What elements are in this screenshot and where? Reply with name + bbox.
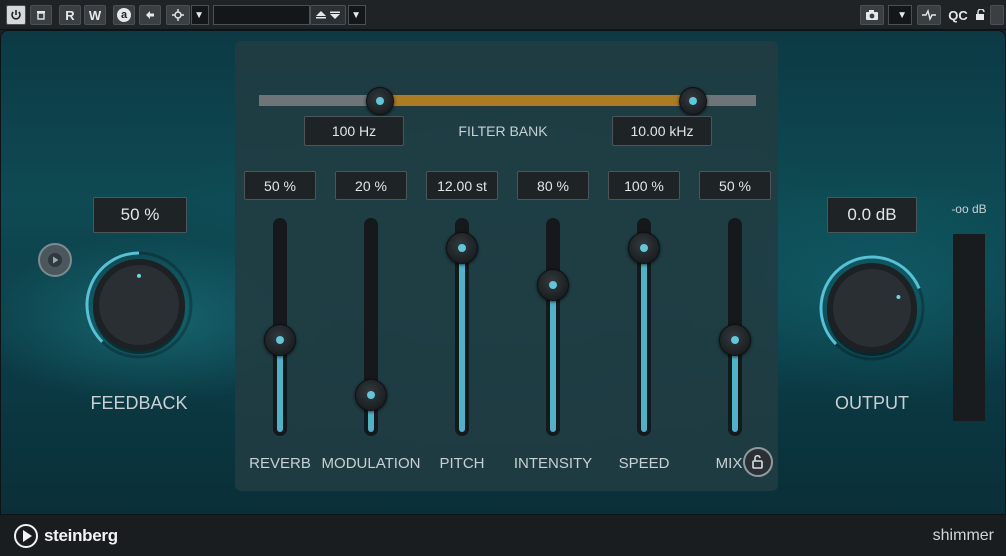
power-icon bbox=[11, 10, 21, 20]
mix-slider-handle[interactable] bbox=[719, 324, 751, 356]
filter-high-value[interactable]: 10.00 kHz bbox=[612, 116, 712, 146]
speed-value[interactable]: 100 % bbox=[608, 171, 680, 200]
lock-icon bbox=[976, 9, 985, 20]
center-panel: 100 Hz FILTER BANK 10.00 kHz 50 % REVERB 2… bbox=[235, 41, 778, 491]
output-knob-graphic bbox=[819, 255, 925, 361]
chevron-down-icon: ▼ bbox=[351, 9, 361, 21]
steinberg-logo-icon bbox=[14, 524, 38, 548]
filter-low-value[interactable]: 100 Hz bbox=[304, 116, 404, 146]
lock-button[interactable] bbox=[972, 5, 988, 25]
bypass-button[interactable] bbox=[30, 5, 52, 25]
unlock-icon bbox=[752, 455, 763, 469]
side-chain-button[interactable] bbox=[139, 5, 161, 25]
intensity-value[interactable]: 80 % bbox=[517, 171, 589, 200]
feedback-label: FEEDBACK bbox=[90, 393, 188, 413]
speed-slider[interactable] bbox=[628, 218, 660, 436]
preset-name-field[interactable] bbox=[213, 5, 310, 25]
feedback-knob[interactable] bbox=[83, 249, 195, 361]
intensity-slider-fill bbox=[550, 280, 556, 432]
pitch-value[interactable]: 12.00 st bbox=[426, 171, 498, 200]
snapshot-button[interactable] bbox=[860, 5, 884, 25]
preset-up-down-icon bbox=[316, 11, 340, 19]
meter-peak-label: -oo dB bbox=[951, 202, 987, 216]
arrow-left-icon bbox=[146, 11, 154, 19]
pitch-slider-handle[interactable] bbox=[446, 232, 478, 264]
power-button[interactable] bbox=[6, 5, 26, 25]
reverb-slider-handle[interactable] bbox=[264, 324, 296, 356]
auto-button[interactable]: a bbox=[113, 5, 135, 25]
chevron-down-icon: ▼ bbox=[897, 9, 907, 21]
output-value[interactable]: 0.0 dB bbox=[827, 197, 917, 233]
plugin-footer: steinberg shimmer bbox=[0, 515, 1006, 556]
intensity-slider-handle[interactable] bbox=[537, 268, 569, 301]
brand-name: steinberg bbox=[44, 526, 118, 545]
read-automation-button[interactable]: R bbox=[59, 5, 81, 25]
camera-icon bbox=[866, 10, 878, 20]
shimmer-plugin: 50 % FEEDBACK 100 Hz FILTER BANK 10.00 k… bbox=[0, 30, 1006, 515]
window-toggle[interactable] bbox=[990, 5, 1004, 25]
routing-dropdown[interactable]: ▼ bbox=[191, 5, 209, 25]
filter-bank-title: FILTER BANK bbox=[458, 123, 548, 139]
preset-navigation[interactable] bbox=[310, 5, 346, 25]
modulation-value[interactable]: 20 % bbox=[335, 171, 407, 200]
feedback-knob-graphic bbox=[85, 251, 193, 359]
speed-slider-fill bbox=[641, 240, 647, 432]
write-automation-button[interactable]: W bbox=[84, 5, 106, 25]
reverb-slider[interactable] bbox=[264, 218, 296, 436]
output-label: OUTPUT bbox=[835, 393, 909, 413]
filter-bank-high-handle[interactable] bbox=[679, 87, 708, 115]
waveform-icon bbox=[922, 9, 936, 21]
pitch-slider-fill bbox=[459, 240, 465, 432]
routing-icon bbox=[172, 9, 184, 21]
output-meter bbox=[953, 234, 985, 421]
activity-button[interactable] bbox=[917, 5, 941, 25]
plugin-toolbar: R W a ▼ ▼ ▼ QC bbox=[0, 0, 1006, 30]
mix-slider[interactable] bbox=[719, 218, 751, 436]
quick-controls-button[interactable]: QC bbox=[946, 5, 970, 25]
mix-lock-button[interactable] bbox=[743, 447, 773, 477]
plugin-name: shimmer bbox=[932, 527, 994, 544]
filter-bank-range bbox=[380, 95, 694, 106]
feedback-value[interactable]: 50 % bbox=[93, 197, 187, 233]
reverb-value[interactable]: 50 % bbox=[244, 171, 316, 200]
auto-label: a bbox=[117, 8, 131, 22]
preset-dropdown[interactable]: ▼ bbox=[348, 5, 366, 25]
filter-bank-low-handle[interactable] bbox=[366, 87, 395, 115]
chevron-down-icon: ▼ bbox=[194, 9, 204, 21]
mix-value[interactable]: 50 % bbox=[699, 171, 771, 200]
output-knob[interactable] bbox=[817, 253, 927, 363]
speed-slider-handle[interactable] bbox=[628, 232, 660, 264]
modulation-slider[interactable] bbox=[355, 218, 387, 436]
pitch-slider[interactable] bbox=[446, 218, 478, 436]
modulation-slider-handle[interactable] bbox=[355, 379, 387, 412]
routing-button[interactable] bbox=[166, 5, 190, 25]
bypass-icon bbox=[37, 11, 45, 20]
snapshot-dropdown[interactable]: ▼ bbox=[888, 5, 912, 25]
play-button[interactable] bbox=[38, 243, 72, 277]
intensity-slider[interactable] bbox=[537, 218, 569, 436]
play-icon bbox=[48, 253, 62, 267]
